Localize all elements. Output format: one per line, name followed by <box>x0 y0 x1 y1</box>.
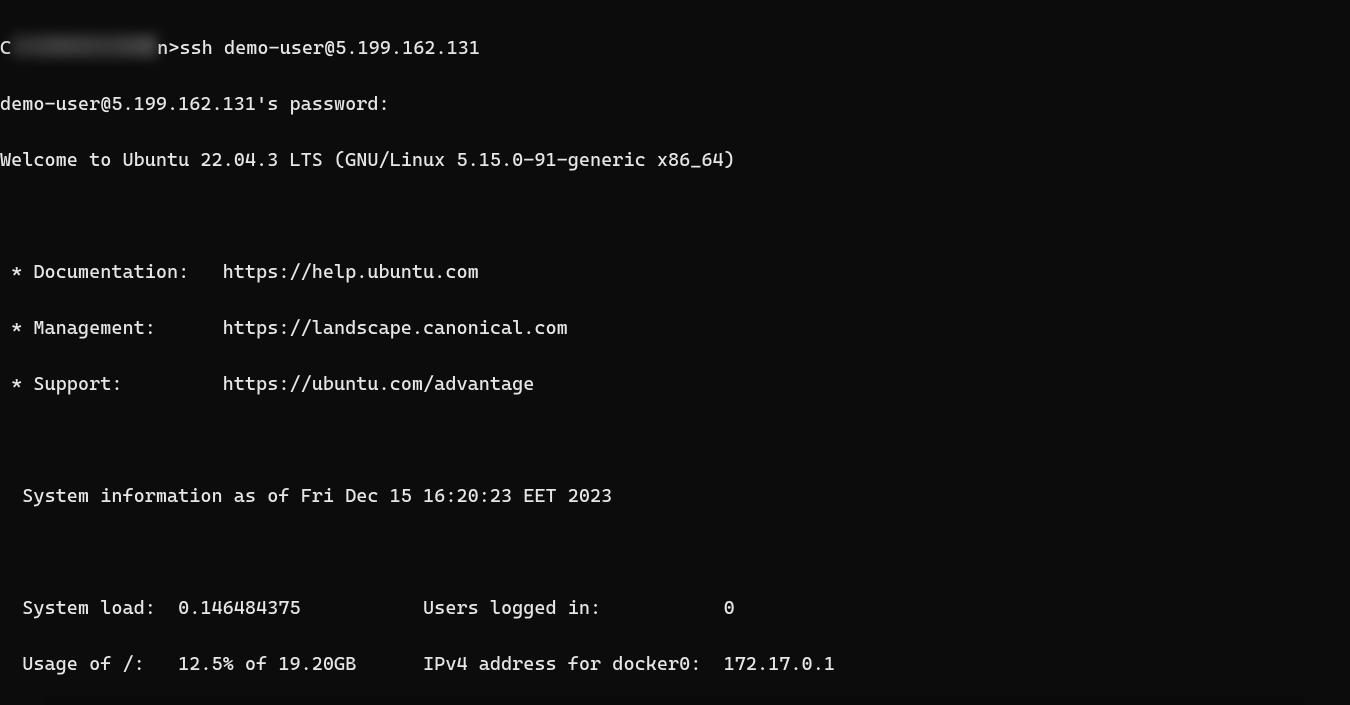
stat-row-0: System load:0.146484375 Users logged in:… <box>0 594 1350 622</box>
blank-line <box>0 202 1350 230</box>
stat-left-value-1: 12.5% of 19.20GB <box>178 650 401 678</box>
mgmt-url: https://landscape.canonical.com <box>223 317 568 339</box>
doc-label: * Documentation: <box>0 258 200 286</box>
terminal-output[interactable]: Cn>ssh demo-user@5.199.162.131 demo-user… <box>0 0 1350 705</box>
prompt-prefix: C <box>0 37 11 59</box>
doc-link-line: * Documentation: https://help.ubuntu.com <box>0 258 1350 286</box>
stat-left-value-0: 0.146484375 <box>178 594 401 622</box>
blank-line <box>0 426 1350 454</box>
stat-row-1: Usage of /:12.5% of 19.20GB IPv4 address… <box>0 650 1350 678</box>
prompt-line: Cn>ssh demo-user@5.199.162.131 <box>0 34 1350 62</box>
redacted-path <box>11 35 157 57</box>
mgmt-link-line: * Management: https://landscape.canonica… <box>0 314 1350 342</box>
password-prompt: demo-user@5.199.162.131's password: <box>0 90 1350 118</box>
mgmt-label: * Management: <box>0 314 200 342</box>
bottom-shadow <box>45 697 1305 705</box>
stat-left-label-1: Usage of /: <box>0 650 178 678</box>
stat-right-value-0: 0 <box>724 597 735 619</box>
blank-line <box>0 538 1350 566</box>
support-label: * Support: <box>0 370 200 398</box>
doc-url: https://help.ubuntu.com <box>223 261 479 283</box>
welcome-line: Welcome to Ubuntu 22.04.3 LTS (GNU/Linux… <box>0 146 1350 174</box>
ssh-command: ssh demo-user@5.199.162.131 <box>179 37 480 59</box>
support-url: https://ubuntu.com/advantage <box>223 373 535 395</box>
stat-right-label-0: Users logged in: <box>423 594 724 622</box>
stat-left-label-0: System load: <box>0 594 178 622</box>
prompt-glyph: n> <box>157 37 179 59</box>
support-link-line: * Support: https://ubuntu.com/advantage <box>0 370 1350 398</box>
stat-right-label-1: IPv4 address for docker0: <box>423 650 724 678</box>
sysinfo-heading: System information as of Fri Dec 15 16:2… <box>0 482 1350 510</box>
stat-right-value-1: 172.17.0.1 <box>724 653 835 675</box>
